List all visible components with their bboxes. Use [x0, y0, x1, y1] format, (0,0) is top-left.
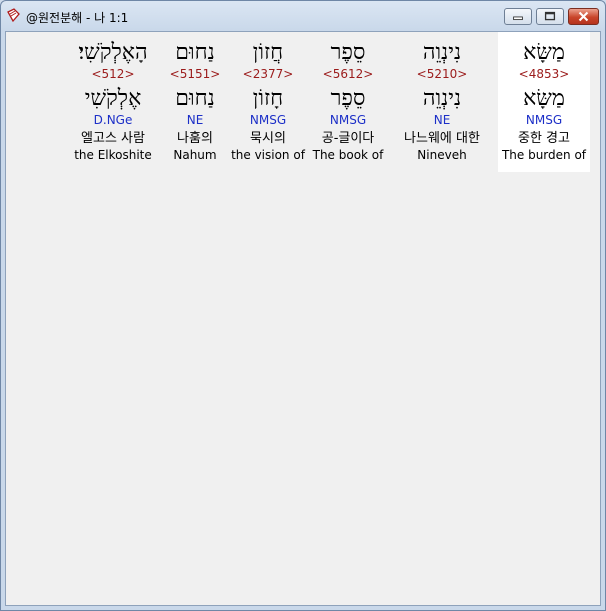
close-icon: [578, 11, 589, 22]
english-gloss: the vision of: [231, 148, 305, 162]
korean-gloss: 중한 경고: [518, 131, 570, 146]
hebrew-word[interactable]: סֵפֶר: [308, 39, 388, 67]
hebrew-lemma[interactable]: מַשָּׂא: [498, 85, 590, 113]
word-column[interactable]: סֵפֶר <5612> סֵפֶר NMSG 공-글이다 The book o…: [308, 32, 388, 172]
strong-number[interactable]: <512>: [68, 67, 158, 82]
hebrew-lemma[interactable]: נַחוּם: [166, 85, 224, 113]
interlinear-panel[interactable]: מַשָּׂא <4853> מַשָּׂא NMSG 중한 경고 The bu…: [5, 31, 601, 606]
hebrew-word[interactable]: נַחוּם: [166, 39, 224, 67]
word-column[interactable]: חֲזוֹן <2377> חָזוֹן NMSG 묵시의 the vision…: [228, 32, 308, 172]
korean-gloss: 묵시의: [250, 131, 286, 146]
title-bar[interactable]: @원전분해 - 나 1:1: [1, 1, 605, 31]
word-column[interactable]: מַשָּׂא <4853> מַשָּׂא NMSG 중한 경고 The bu…: [498, 32, 590, 172]
english-gloss: The burden of: [501, 148, 587, 162]
strong-number[interactable]: <5210>: [388, 67, 496, 82]
hebrew-lemma[interactable]: חָזוֹן: [228, 85, 308, 113]
minimize-icon: [513, 16, 523, 21]
korean-gloss: 엘고스 사람: [81, 131, 145, 146]
hebrew-lemma[interactable]: סֵפֶר: [308, 85, 388, 113]
hebrew-word[interactable]: מַשָּׂא: [498, 39, 590, 67]
morphology-code: NMSG: [249, 113, 287, 127]
book-icon: [7, 8, 20, 23]
korean-gloss: 나훔의: [177, 131, 213, 146]
strong-number[interactable]: <2377>: [228, 67, 308, 82]
hebrew-lemma[interactable]: נִינְוֵה: [388, 85, 496, 113]
maximize-icon: [544, 11, 556, 21]
english-gloss: Nahum: [173, 148, 217, 162]
morphology-code: NE: [433, 113, 451, 127]
morphology-code: NMSG: [525, 113, 563, 127]
maximize-button[interactable]: [536, 8, 564, 25]
app-window: @원전분해 - 나 1:1 מַשָּׂא <4853> מַשָּׂא NMS…: [0, 0, 606, 611]
close-button[interactable]: [568, 8, 599, 25]
word-column[interactable]: הָאֶלְקֹשִׁי׃ <512> אֶלְקֹשִׁי D.NGe 엘고스…: [68, 32, 158, 172]
hebrew-word[interactable]: חֲזוֹן: [228, 39, 308, 67]
strong-number[interactable]: <4853>: [498, 67, 590, 82]
hebrew-word[interactable]: נִינְוֵה: [388, 39, 496, 67]
hebrew-word[interactable]: הָאֶלְקֹשִׁי׃: [68, 39, 158, 67]
morphology-code: D.NGe: [93, 113, 133, 127]
korean-gloss: 공-글이다: [321, 131, 375, 146]
window-title: @원전분해 - 나 1:1: [26, 11, 129, 25]
morphology-code: NE: [186, 113, 204, 127]
english-gloss: The book of: [312, 148, 384, 162]
minimize-button[interactable]: [504, 8, 532, 25]
strong-number[interactable]: <5151>: [166, 67, 224, 82]
morphology-code: NMSG: [329, 113, 367, 127]
strong-number[interactable]: <5612>: [308, 67, 388, 82]
hebrew-lemma[interactable]: אֶלְקֹשִׁי: [68, 85, 158, 113]
word-column[interactable]: נִינְוֵה <5210> נִינְוֵה NE 나느웨에 대한 Nine…: [388, 32, 496, 172]
english-gloss: Nineveh: [417, 148, 467, 162]
word-column[interactable]: נַחוּם <5151> נַחוּם NE 나훔의 Nahum: [166, 32, 224, 172]
english-gloss: the Elkoshite: [74, 148, 152, 162]
korean-gloss: 나느웨에 대한: [404, 131, 480, 146]
